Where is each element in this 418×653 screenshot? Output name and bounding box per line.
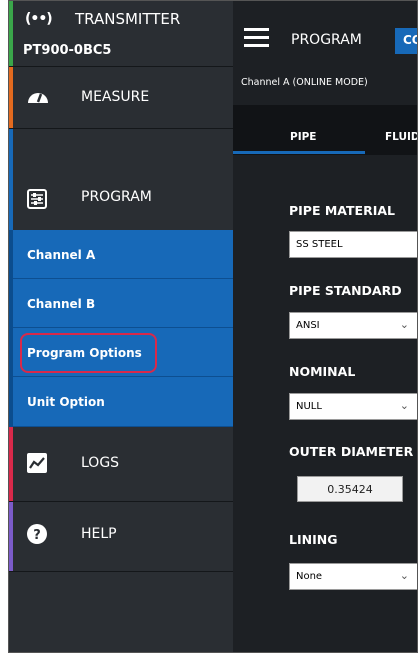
- trend-chart-icon: [27, 453, 47, 473]
- sidebar-item-label: MEASURE: [81, 89, 150, 105]
- svg-text:?: ?: [33, 528, 41, 543]
- pipe-standard-select[interactable]: ANSI ⌄: [289, 312, 417, 339]
- sidebar-item-measure[interactable]: MEASURE: [9, 67, 233, 129]
- broadcast-icon: (••): [25, 11, 53, 27]
- submenu-accent-bar: [9, 230, 13, 427]
- channel-mode-label: Channel A (ONLINE MODE): [241, 77, 368, 88]
- chevron-down-icon: ⌄: [399, 569, 409, 582]
- subitem-label: Channel B: [27, 297, 96, 311]
- outer-diameter-value: 0.35424: [327, 483, 373, 496]
- top-bar: PROGRAM CO: [233, 1, 417, 67]
- pipe-standard-label: PIPE STANDARD: [289, 283, 402, 298]
- outer-diameter-label: OUTER DIAMETER: [289, 444, 414, 459]
- hamburger-menu-icon[interactable]: [244, 28, 269, 48]
- pipe-material-value: SS STEEL: [296, 239, 343, 250]
- tab-bar: PIPE FLUID: [233, 105, 417, 155]
- nominal-label: NOMINAL: [289, 364, 356, 379]
- question-icon: ?: [27, 524, 47, 544]
- program-accent-bar: [9, 129, 13, 230]
- page-title: PROGRAM: [291, 32, 362, 48]
- nominal-select[interactable]: NULL ⌄: [289, 393, 417, 420]
- measure-accent-bar: [9, 67, 13, 128]
- sidebar-item-help[interactable]: ? HELP: [9, 502, 233, 572]
- tab-fluid[interactable]: FLUID: [385, 131, 417, 143]
- logs-accent-bar: [9, 427, 13, 501]
- tab-pipe[interactable]: PIPE: [290, 131, 316, 143]
- sidebar-subitem-channel-a[interactable]: Channel A: [9, 230, 233, 279]
- header-accent-bar: [9, 1, 13, 66]
- pipe-material-label: PIPE MATERIAL: [289, 203, 395, 218]
- pipe-standard-value: ANSI: [296, 320, 320, 331]
- chevron-down-icon: ⌄: [399, 318, 409, 331]
- sliders-icon: [27, 189, 47, 209]
- main-panel: PROGRAM CO Channel A (ONLINE MODE) PIPE …: [233, 1, 417, 652]
- help-accent-bar: [9, 502, 13, 571]
- sidebar-item-label: HELP: [81, 526, 117, 542]
- sidebar-item-program[interactable]: PROGRAM: [9, 129, 233, 231]
- pipe-material-select[interactable]: SS STEEL: [289, 231, 417, 258]
- sidebar: (••) TRANSMITTER PT900-0BC5 MEASURE PROG…: [9, 1, 233, 652]
- lining-select[interactable]: None ⌄: [289, 563, 417, 590]
- sidebar-subitem-channel-b[interactable]: Channel B: [9, 279, 233, 328]
- transmitter-screen: (••) TRANSMITTER PT900-0BC5 MEASURE PROG…: [8, 0, 418, 653]
- active-tab-indicator: [233, 151, 365, 154]
- sidebar-item-label: LOGS: [81, 455, 120, 471]
- subitem-label: Unit Option: [27, 395, 105, 409]
- gauge-icon: [28, 93, 48, 103]
- chevron-down-icon: ⌄: [399, 399, 409, 412]
- sidebar-item-label: PROGRAM: [81, 189, 152, 205]
- lining-value: None: [296, 571, 323, 582]
- highlight-outline: [20, 333, 157, 373]
- co-button[interactable]: CO: [395, 28, 417, 54]
- serial-number: PT900-0BC5: [23, 43, 112, 58]
- outer-diameter-input[interactable]: 0.35424: [297, 476, 403, 502]
- transmitter-title: TRANSMITTER: [75, 10, 181, 28]
- nominal-value: NULL: [296, 401, 322, 412]
- transmitter-header[interactable]: (••) TRANSMITTER PT900-0BC5: [9, 1, 233, 67]
- subitem-label: Channel A: [27, 248, 96, 262]
- lining-label: LINING: [289, 532, 338, 547]
- sidebar-subitem-unit-option[interactable]: Unit Option: [9, 377, 233, 427]
- sidebar-item-logs[interactable]: LOGS: [9, 427, 233, 502]
